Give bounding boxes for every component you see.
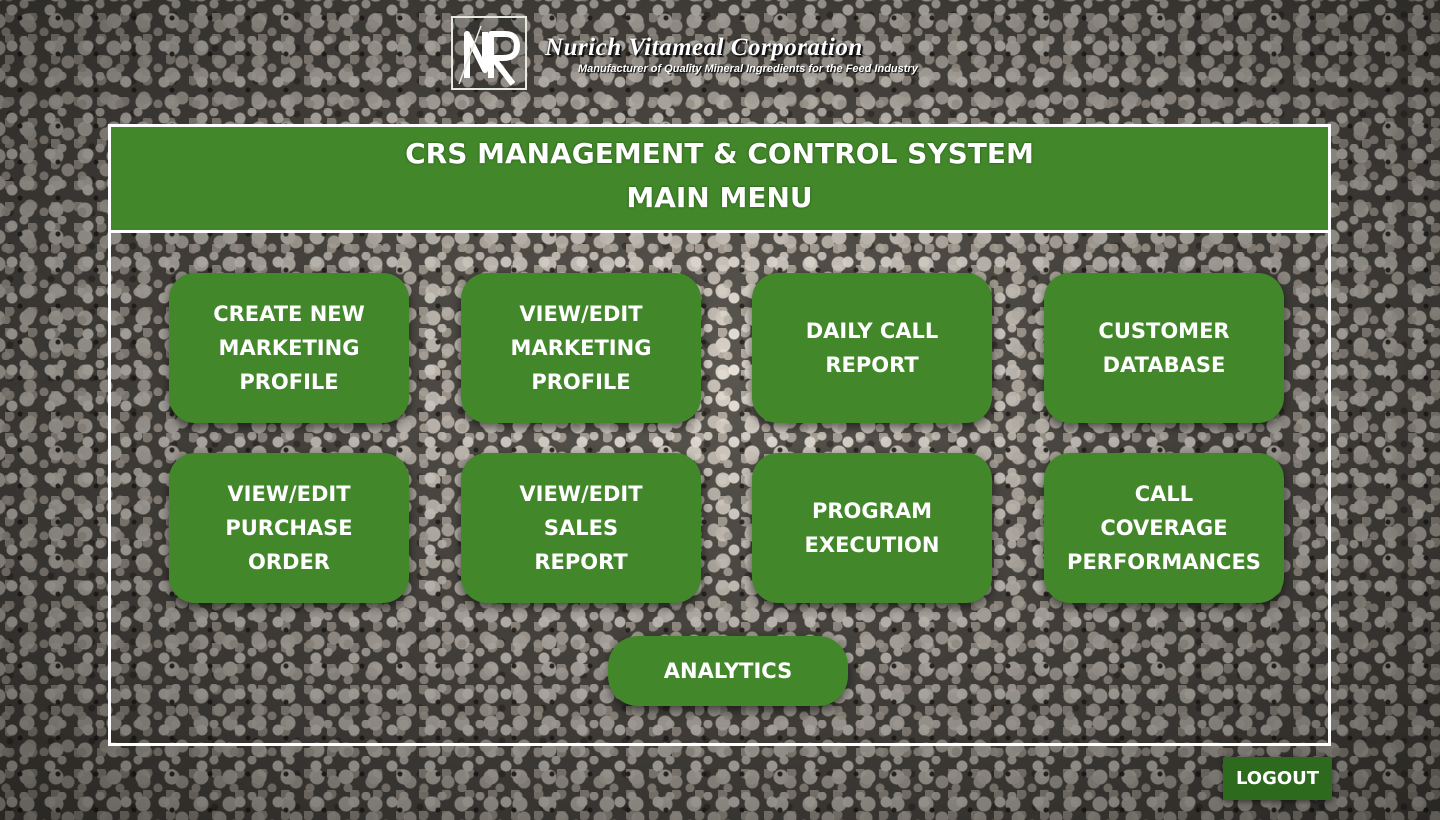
view-edit-marketing-profile-button[interactable]: VIEW/EDIT MARKETING PROFILE: [461, 273, 701, 423]
main-menu-panel: CRS MANAGEMENT & CONTROL SYSTEM MAIN MEN…: [108, 124, 1331, 746]
create-marketing-profile-button[interactable]: CREATE NEW MARKETING PROFILE: [169, 273, 409, 423]
customer-database-button[interactable]: CUSTOMER DATABASE: [1044, 273, 1284, 423]
panel-header: CRS MANAGEMENT & CONTROL SYSTEM MAIN MEN…: [111, 127, 1328, 233]
company-tagline: Manufacturer of Quality Mineral Ingredie…: [578, 63, 918, 75]
analytics-button[interactable]: ANALYTICS: [608, 636, 848, 706]
company-logo: Nurich Vitameal Corporation Manufacturer…: [451, 16, 1011, 94]
company-name: Nurich Vitameal Corporation: [545, 34, 863, 61]
nr-logo-mark: [451, 16, 527, 90]
daily-call-report-button[interactable]: DAILY CALL REPORT: [752, 273, 992, 423]
call-coverage-performances-button[interactable]: CALL COVERAGE PERFORMANCES: [1044, 453, 1284, 603]
logout-button[interactable]: LOGOUT: [1223, 757, 1332, 800]
page-title: CRS MANAGEMENT & CONTROL SYSTEM: [405, 137, 1034, 170]
page-subtitle: MAIN MENU: [626, 181, 813, 214]
view-edit-sales-report-button[interactable]: VIEW/EDIT SALES REPORT: [461, 453, 701, 603]
program-execution-button[interactable]: PROGRAM EXECUTION: [752, 453, 992, 603]
view-edit-purchase-order-button[interactable]: VIEW/EDIT PURCHASE ORDER: [169, 453, 409, 603]
nr-monogram-icon: [458, 25, 520, 86]
